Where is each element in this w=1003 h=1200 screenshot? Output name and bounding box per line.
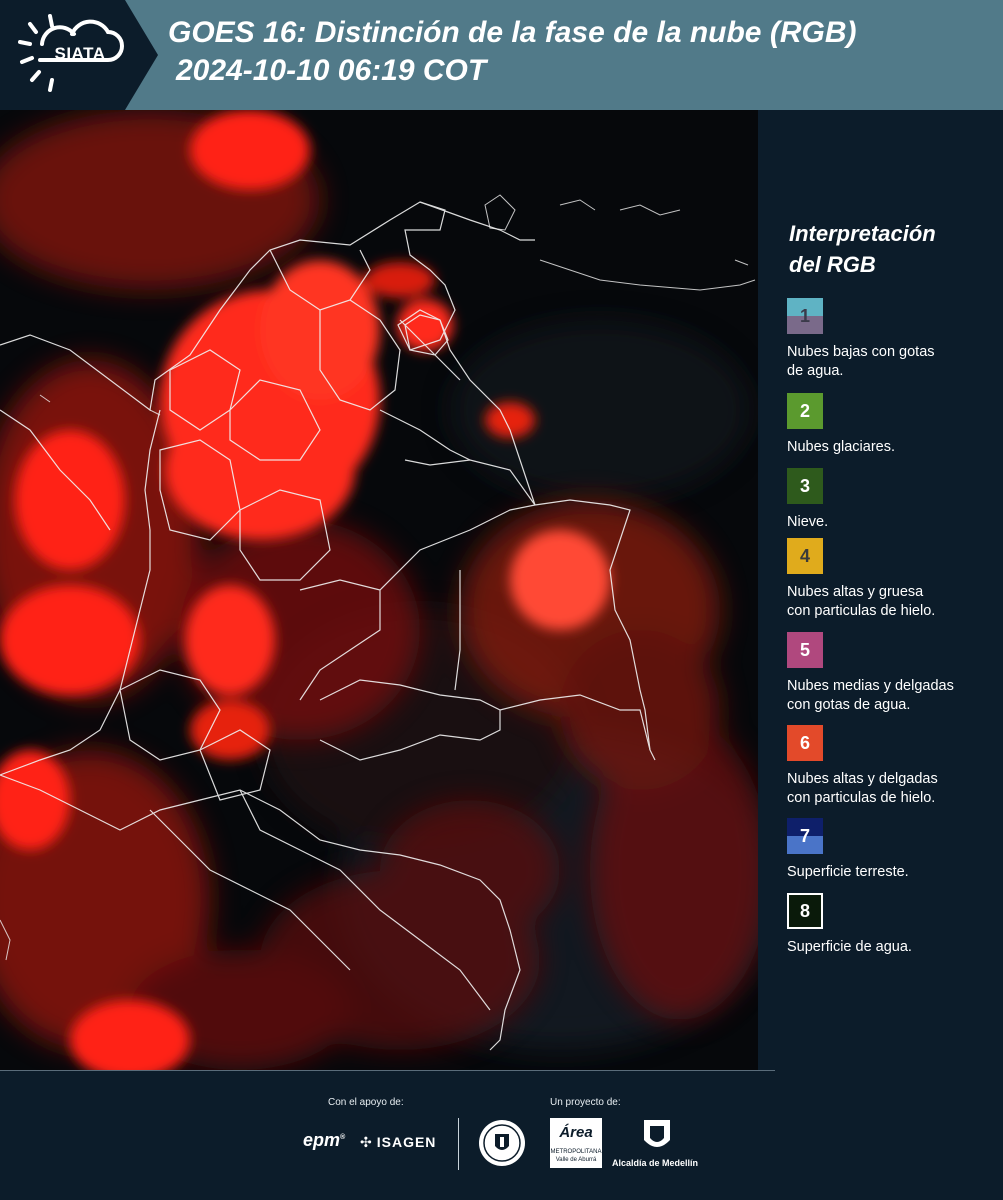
legend-item-5: 5 Nubes medias y delgadas con gotas de a… xyxy=(787,632,997,715)
legend-swatch-2: 2 xyxy=(787,393,823,429)
epm-logo: epm® xyxy=(303,1130,346,1150)
legend-swatch-5: 5 xyxy=(787,632,823,668)
legend-item-8: 8 Superficie de agua. xyxy=(787,893,997,957)
legend-number-4: 4 xyxy=(799,545,810,566)
footer: Con el apoyo de: Un proyecto de: epm® ✣ I… xyxy=(0,1070,1003,1200)
legend-swatch-3: 3 xyxy=(787,468,823,504)
alcaldia-logo-text: Alcaldía de Medellín xyxy=(612,1158,699,1168)
legend-item-4: 4 Nubes altas y gruesa con particulas de… xyxy=(787,538,997,621)
area-logo-title: Área xyxy=(559,1124,593,1141)
legend-panel: Interpretación del RGB 1 Nubes bajas con… xyxy=(760,110,1003,1070)
municipal-seal-icon xyxy=(479,1120,525,1166)
legend-swatch-8: 8 xyxy=(787,893,823,929)
epm-logo-text: epm xyxy=(303,1130,341,1150)
legend-swatch-1: 1 xyxy=(787,298,823,334)
legend-label-6: Nubes altas y delgadas con particulas de… xyxy=(787,770,997,808)
isagen-mark-icon: ✣ xyxy=(360,1134,373,1150)
legend-number-3: 3 xyxy=(799,475,810,496)
legend-item-1: 1 Nubes bajas con gotas de agua. xyxy=(787,298,997,381)
legend-label-5-line-2: con gotas de agua. xyxy=(787,697,911,713)
title-timestamp: 2024-10-10 06:19 COT xyxy=(176,54,487,87)
legend-label-6-line-2: con particulas de hielo. xyxy=(787,790,936,806)
legend-swatch-4: 4 xyxy=(787,538,823,574)
legend-label-4: Nubes altas y gruesa con particulas de h… xyxy=(787,583,997,621)
legend-number-1: 1 xyxy=(799,305,810,326)
legend-number-8: 8 xyxy=(799,900,810,921)
legend-item-3: 3 Nieve. xyxy=(787,468,997,532)
legend-swatch-6: 6 xyxy=(787,725,823,761)
legend-number-2: 2 xyxy=(799,400,810,421)
page-title: GOES 16: Distinción de la fase de la nub… xyxy=(168,14,988,90)
alcaldia-shield-icon xyxy=(644,1120,670,1147)
siata-logo-text: SIATA xyxy=(54,44,106,63)
legend-label-7: Superficie terreste. xyxy=(787,863,997,882)
legend-title-line-1: Interpretación xyxy=(789,221,936,246)
legend-label-3-line-1: Nieve. xyxy=(787,514,829,530)
legend-label-8-line-1: Superficie de agua. xyxy=(787,939,912,955)
legend-label-3: Nieve. xyxy=(787,513,997,532)
area-logo-sub-line-2: Valle de Aburrá xyxy=(555,1157,597,1163)
title-line-1: GOES 16: Distinción de la fase de la nub… xyxy=(168,16,857,49)
area-logo-subtitle: METROPOLITANA Valle de Aburrá xyxy=(550,1148,602,1164)
legend-label-7-line-1: Superficie terreste. xyxy=(787,864,909,880)
legend-label-2: Nubes glaciares. xyxy=(787,438,997,457)
isagen-logo-text: ISAGEN xyxy=(376,1134,437,1150)
legend-label-8: Superficie de agua. xyxy=(787,938,997,957)
legend-item-7: 7 Superficie terreste. xyxy=(787,818,997,882)
satellite-image xyxy=(0,110,758,1070)
legend-label-1-line-2: de agua. xyxy=(787,363,844,379)
footer-divider-line xyxy=(0,1070,775,1071)
header-bar: SIATA GOES 16: Distinción de la fase de … xyxy=(0,0,1003,110)
legend-swatch-7: 7 xyxy=(787,818,823,854)
legend-label-6-line-1: Nubes altas y delgadas xyxy=(787,771,938,787)
legend-number-7: 7 xyxy=(799,825,810,846)
area-logo-sub-line-1: METROPOLITANA xyxy=(550,1149,602,1155)
legend-label-2-line-1: Nubes glaciares. xyxy=(787,439,895,455)
legend-label-5-line-1: Nubes medias y delgadas xyxy=(787,678,954,694)
project-label: Un proyecto de: xyxy=(550,1097,621,1108)
legend-label-1: Nubes bajas con gotas de agua. xyxy=(787,343,997,381)
legend-number-6: 6 xyxy=(799,732,810,753)
area-metropolitana-logo: Área METROPOLITANA Valle de Aburrá xyxy=(550,1118,602,1168)
legend-number-5: 5 xyxy=(799,639,810,660)
legend-label-5: Nubes medias y delgadas con gotas de agu… xyxy=(787,677,997,715)
legend-item-6: 6 Nubes altas y delgadas con particulas … xyxy=(787,725,997,808)
satellite-map[interactable] xyxy=(0,110,758,1070)
logo-block: SIATA xyxy=(0,0,158,110)
legend-item-2: 2 Nubes glaciares. xyxy=(787,393,997,457)
footer-vertical-divider xyxy=(458,1118,459,1170)
legend-title: Interpretación del RGB xyxy=(789,218,994,280)
legend-label-4-line-1: Nubes altas y gruesa xyxy=(787,584,924,600)
support-label: Con el apoyo de: xyxy=(328,1097,404,1108)
legend-title-line-2: del RGB xyxy=(789,252,876,277)
legend-label-4-line-2: con particulas de hielo. xyxy=(787,603,936,619)
legend-label-1-line-1: Nubes bajas con gotas xyxy=(787,344,935,360)
isagen-logo: ✣ ISAGEN xyxy=(360,1134,436,1151)
